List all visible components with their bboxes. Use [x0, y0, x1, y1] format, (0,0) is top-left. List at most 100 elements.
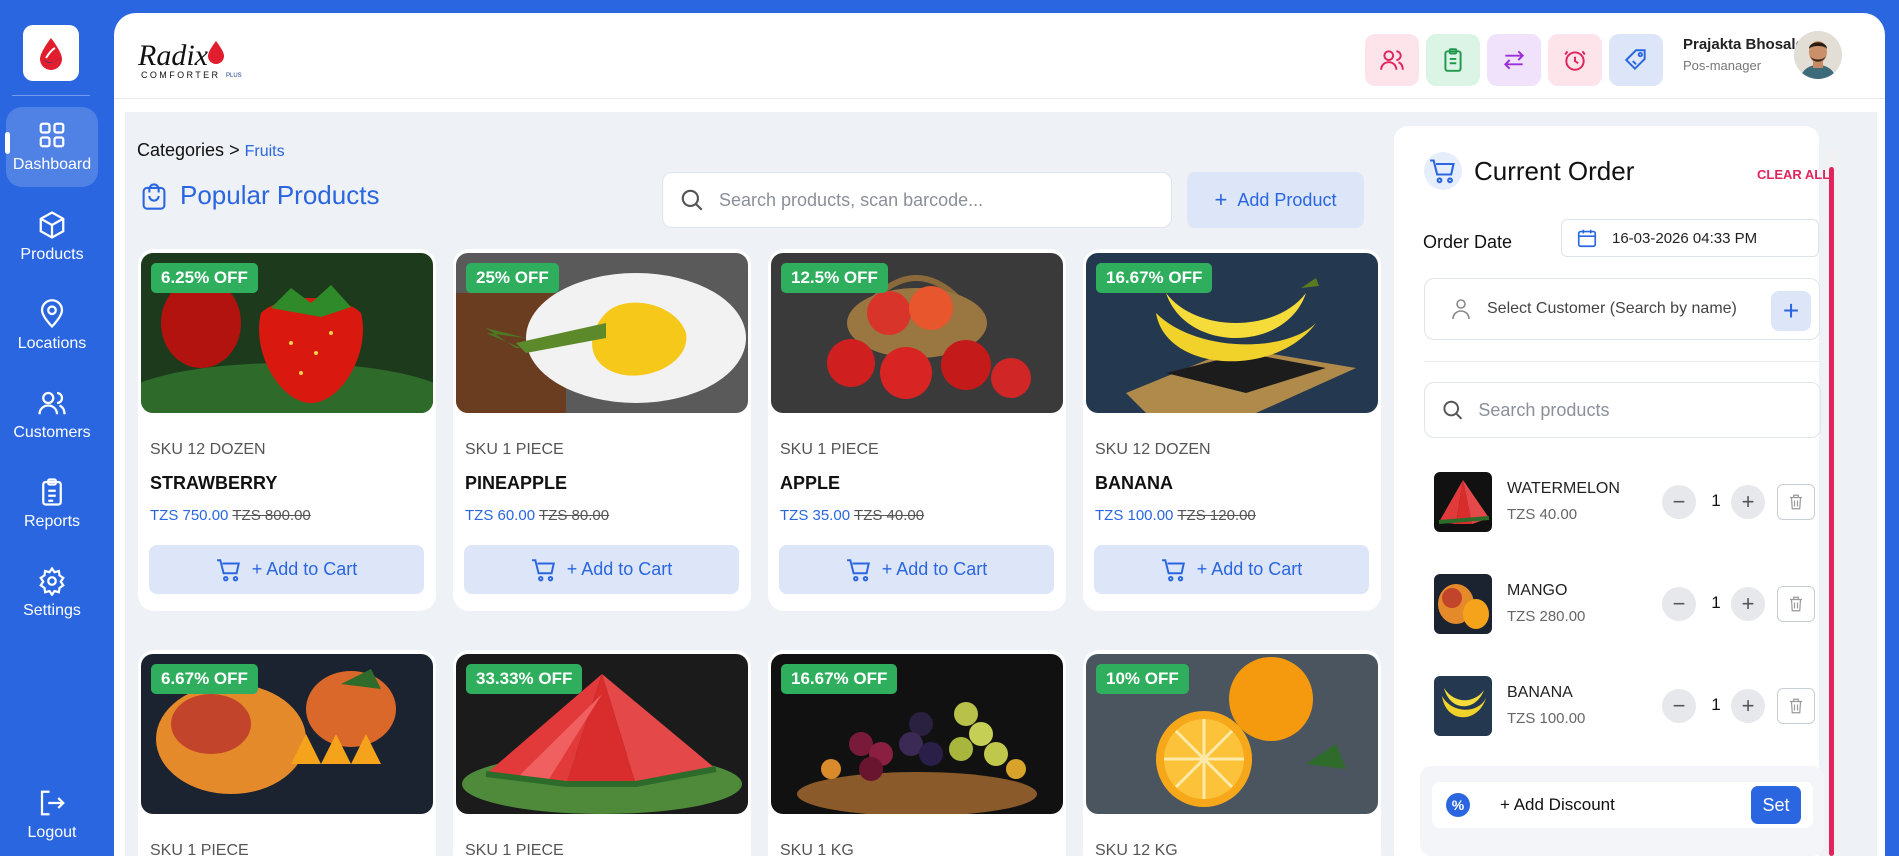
add-to-cart-button[interactable]: + Add to Cart [1094, 545, 1369, 594]
promotions-shortcut-button[interactable] [1609, 34, 1663, 86]
sidebar-item-dashboard[interactable]: Dashboard [6, 107, 98, 187]
product-price: TZS 35.00 TZS 40.00 [780, 507, 924, 524]
trash-icon [1790, 494, 1802, 510]
product-image: 12.5% OFF [771, 253, 1063, 413]
order-header: Current Order [1424, 152, 1634, 190]
page-title: Popular Products [140, 180, 379, 211]
brand-name: Radix [138, 39, 209, 72]
brand-tag: PLUS [226, 73, 242, 79]
dashboard-icon [39, 122, 65, 148]
discount-badge: 33.33% OFF [466, 664, 583, 694]
product-search[interactable] [662, 172, 1172, 228]
product-price: TZS 750.00 TZS 800.00 [150, 507, 311, 524]
sidebar-item-reports[interactable]: Reports [6, 464, 98, 544]
add-to-cart-label: + Add to Cart [251, 559, 358, 579]
product-image: 16.67% OFF [1086, 253, 1378, 413]
plus-icon: + [1214, 187, 1228, 212]
order-line-item: WATERMELON TZS 40.00 − 1 + [1434, 472, 1819, 532]
remove-item-button[interactable] [1777, 586, 1815, 622]
brand-logo[interactable]: Radix PLUS COMFORTER [137, 35, 248, 90]
logout-label: Logout [27, 824, 77, 841]
clear-all-button[interactable]: CLEAR ALL [1757, 167, 1830, 182]
price-current: TZS 60.00 [465, 507, 536, 524]
order-line-item: MANGO TZS 280.00 − 1 + [1434, 574, 1819, 634]
product-card[interactable]: 12.5% OFF SKU 1 PIECE APPLE TZS 35.00 TZS… [768, 249, 1066, 611]
cart-icon [846, 558, 870, 581]
logout-button[interactable]: Logout [6, 775, 98, 855]
order-date-label: Order Date [1423, 232, 1513, 252]
line-item-price: TZS 280.00 [1507, 608, 1586, 625]
customers-icon [1380, 50, 1404, 70]
increase-qty-button[interactable]: + [1731, 689, 1765, 723]
customer-select[interactable]: Select Customer (Search by name) [1424, 278, 1820, 340]
breadcrumb-current[interactable]: Fruits [245, 143, 285, 160]
discount-badge: 10% OFF [1096, 664, 1189, 694]
price-original: TZS 80.00 [539, 507, 610, 524]
cube-icon [39, 211, 65, 239]
transfer-shortcut-button[interactable] [1487, 34, 1541, 86]
increase-qty-button[interactable]: + [1731, 587, 1765, 621]
price-current: TZS 750.00 [150, 507, 229, 524]
add-product-button[interactable]: + Add Product [1187, 172, 1364, 228]
history-shortcut-button[interactable] [1548, 34, 1602, 86]
reports-shortcut-button[interactable] [1426, 34, 1480, 86]
user-info[interactable]: Prajakta Bhosale Pos-manager [1683, 36, 1804, 73]
brand-sub: COMFORTER [141, 70, 220, 80]
order-date-field[interactable]: 16-03-2026 04:33 PM [1561, 219, 1819, 257]
product-card[interactable]: 33.33% OFF SKU 1 PIECE [453, 650, 751, 856]
remove-item-button[interactable] [1777, 484, 1815, 520]
app-logo[interactable] [23, 25, 79, 81]
plus-icon: + [1741, 489, 1755, 514]
product-card[interactable]: 10% OFF SKU 12 KG [1083, 650, 1381, 856]
logout-icon [40, 790, 65, 816]
increase-qty-button[interactable]: + [1731, 485, 1765, 519]
add-to-cart-button[interactable]: + Add to Cart [464, 545, 739, 594]
price-original: TZS 120.00 [1177, 507, 1256, 524]
sidebar-item-locations[interactable]: Locations [6, 286, 98, 366]
set-discount-button[interactable]: Set [1751, 786, 1801, 824]
product-search-input[interactable] [719, 189, 1099, 211]
cart-icon [216, 558, 240, 581]
user-role: Pos-manager [1683, 58, 1762, 73]
remove-item-button[interactable] [1777, 688, 1815, 724]
customers-shortcut-button[interactable] [1365, 34, 1419, 86]
add-customer-button[interactable]: + [1771, 291, 1811, 331]
product-card[interactable]: 25% OFF SKU 1 PIECE PINEAPPLE TZS 60.00 T… [453, 249, 751, 611]
product-card[interactable]: 6.25% OFF SKU 12 DOZEN STRAWBERRY TZS 75… [138, 249, 436, 611]
product-card[interactable]: 16.67% OFF SKU 12 DOZEN BANANA TZS 100.0… [1083, 249, 1381, 611]
product-sku: SKU 12 DOZEN [150, 441, 266, 458]
time-icon [1564, 50, 1586, 71]
order-product-search[interactable] [1424, 382, 1821, 438]
decrease-qty-button[interactable]: − [1662, 689, 1696, 723]
transfer-icon [1503, 50, 1525, 70]
order-search-input[interactable] [1478, 399, 1820, 421]
add-to-cart-button[interactable]: + Add to Cart [149, 545, 424, 594]
sidebar-item-customers[interactable]: Customers [6, 375, 98, 455]
sidebar-item-products[interactable]: Products [6, 197, 98, 277]
banana-thumb-icon [1434, 676, 1492, 736]
plus-icon: + [1741, 693, 1755, 718]
discount-badge: 6.67% OFF [151, 664, 258, 694]
price-original: TZS 800.00 [232, 507, 311, 524]
add-discount-link[interactable]: + Add Discount [1500, 795, 1615, 815]
add-to-cart-button[interactable]: + Add to Cart [779, 545, 1054, 594]
add-to-cart-label: + Add to Cart [881, 559, 988, 579]
decrease-qty-button[interactable]: − [1662, 587, 1696, 621]
watermelon-thumb-icon [1434, 472, 1492, 532]
sidebar-item-label: Products [20, 246, 84, 263]
product-card[interactable]: 6.67% OFF SKU 1 PIECE [138, 650, 436, 856]
product-sku: SKU 12 KG [1095, 842, 1178, 856]
avatar[interactable] [1794, 31, 1842, 79]
product-card[interactable]: 16.67% OFF SKU 1 KG [768, 650, 1066, 856]
product-name: BANANA [1095, 473, 1173, 493]
decrease-qty-button[interactable]: − [1662, 485, 1696, 519]
users-icon [38, 391, 66, 415]
order-scrollbar-thumb[interactable] [1829, 167, 1834, 856]
mango-thumb-icon [1434, 574, 1492, 634]
product-price: TZS 60.00 TZS 80.00 [465, 507, 609, 524]
clipboard-icon [42, 478, 62, 506]
product-sku: SKU 1 KG [780, 842, 854, 856]
sidebar-item-settings[interactable]: Settings [6, 553, 98, 633]
product-sku: SKU 1 PIECE [780, 441, 879, 458]
breadcrumb-root[interactable]: Categories [137, 140, 224, 160]
